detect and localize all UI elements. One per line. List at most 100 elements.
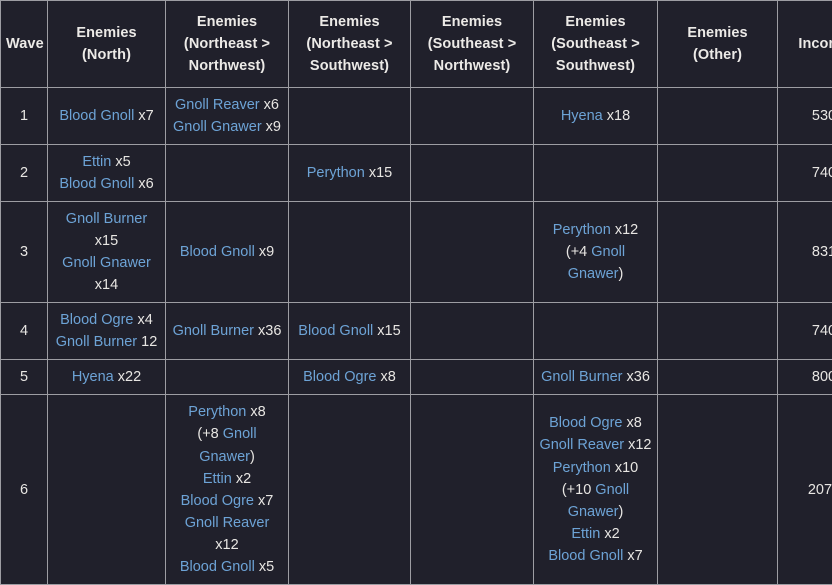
enemy-entry: Gnoll Gnawer x14 [53, 252, 160, 296]
enemies-north-cell: Hyena x22 [48, 360, 166, 395]
enemies-other-cell [658, 202, 778, 303]
enemies-other-cell [658, 303, 778, 360]
enemy-quantity: x12 [215, 537, 238, 553]
enemy-name-link[interactable]: Gnoll Burner [173, 323, 254, 339]
enemies-southeast-northwest-cell [411, 395, 534, 584]
enemy-name-link[interactable]: Blood Gnoll [548, 548, 623, 564]
enemy-quantity: x9 [262, 119, 281, 135]
table-header: Wave Enemies (North) Enemies (Northeast … [1, 1, 832, 88]
enemy-bonus-suffix: ) [618, 266, 623, 282]
enemies-southeast-southwest-cell [534, 303, 658, 360]
enemy-entry: Blood Gnoll x6 [53, 173, 160, 195]
wave-number: 6 [20, 482, 28, 498]
enemy-quantity: x9 [255, 244, 274, 260]
enemy-entry: Blood Gnoll x9 [171, 241, 283, 263]
enemy-quantity: x15 [365, 165, 392, 181]
enemies-southeast-northwest-cell [411, 145, 534, 202]
enemies-north-cell [48, 395, 166, 584]
enemies-southeast-southwest-cell: Hyena x18 [534, 88, 658, 145]
enemy-name-link[interactable]: Ettin [203, 471, 232, 487]
enemy-name-link[interactable]: Blood Ogre [181, 493, 254, 509]
enemy-quantity: x10 [611, 460, 638, 476]
column-header-enemies-north: Enemies (North) [48, 1, 166, 88]
column-header-enemies-southeast-northwest: Enemies (Southeast > Northwest) [411, 1, 534, 88]
enemy-name-link[interactable]: Blood Gnoll [298, 323, 373, 339]
enemy-entry: Blood Gnoll x7 [539, 545, 652, 567]
enemy-name-link[interactable]: Blood Gnoll [59, 108, 134, 124]
enemy-name-link[interactable]: Blood Gnoll [180, 244, 255, 260]
enemy-name-link[interactable]: Gnoll Gnawer [173, 119, 262, 135]
enemy-name-link[interactable]: Gnoll Reaver [539, 437, 624, 453]
enemy-quantity: x36 [622, 369, 649, 385]
wave-number-cell: 6 [1, 395, 48, 584]
enemy-quantity: x14 [95, 277, 118, 293]
wave-number: 1 [20, 108, 28, 124]
enemy-name-link[interactable]: Perython [553, 460, 611, 476]
enemies-northeast-southwest-cell [289, 202, 411, 303]
enemy-entry: Blood Ogre x4 [53, 309, 160, 331]
enemies-southeast-southwest-cell: Blood Ogre x8Gnoll Reaver x12Perython x1… [534, 395, 658, 584]
income-cell: 800 [778, 360, 832, 395]
enemy-name-link[interactable]: Gnoll Burner [541, 369, 622, 385]
enemy-quantity: x7 [134, 108, 153, 124]
enemy-name-link[interactable]: Blood Gnoll [180, 559, 255, 575]
enemies-other-cell [658, 88, 778, 145]
enemy-bonus-suffix: ) [618, 504, 623, 520]
enemy-name-link[interactable]: Blood Ogre [549, 415, 622, 431]
enemies-northeast-southwest-cell: Blood Gnoll x15 [289, 303, 411, 360]
enemy-quantity: x12 [624, 437, 651, 453]
enemy-name-link[interactable]: Gnoll Gnawer [62, 255, 151, 271]
enemy-name-link[interactable]: Perython [188, 404, 246, 420]
income-cell: 2074 [778, 395, 832, 584]
enemy-name-link[interactable]: Hyena [72, 369, 114, 385]
enemy-name-link[interactable]: Gnoll Reaver [185, 515, 270, 531]
enemies-southeast-northwest-cell [411, 88, 534, 145]
enemies-north-cell: Blood Ogre x4Gnoll Burner 12 [48, 303, 166, 360]
income-value: 800 [812, 369, 832, 385]
enemy-name-link[interactable]: Blood Ogre [303, 369, 376, 385]
table-row: 3Gnoll Burner x15Gnoll Gnawer x14Blood G… [1, 202, 832, 303]
enemy-entry: Hyena x18 [539, 105, 652, 127]
enemy-name-link[interactable]: Gnoll Reaver [175, 97, 260, 113]
column-header-income: Income [778, 1, 832, 88]
enemy-quantity: 12 [137, 334, 157, 350]
enemy-entry: Ettin x2 [171, 468, 283, 490]
enemy-entry: Ettin x5 [53, 151, 160, 173]
enemy-entry: (+10 Gnoll Gnawer) [539, 479, 652, 523]
enemy-name-link[interactable]: Perython [307, 165, 365, 181]
enemy-entry: Gnoll Burner x36 [539, 366, 652, 388]
enemy-name-link[interactable]: Gnoll Burner [66, 211, 147, 227]
enemy-entry: Blood Gnoll x5 [171, 556, 283, 578]
enemy-quantity: x7 [254, 493, 273, 509]
enemy-entry: Gnoll Burner x36 [171, 320, 283, 342]
enemy-name-link[interactable]: Blood Ogre [60, 312, 133, 328]
enemy-entry: Gnoll Burner 12 [53, 331, 160, 353]
enemy-name-link[interactable]: Ettin [82, 154, 111, 170]
enemies-north-cell: Gnoll Burner x15Gnoll Gnawer x14 [48, 202, 166, 303]
enemy-quantity: x2 [232, 471, 251, 487]
enemy-entry: Blood Ogre x7 [171, 490, 283, 512]
enemy-quantity: x4 [134, 312, 153, 328]
enemy-quantity: x2 [600, 526, 619, 542]
enemy-entry: Perython x12 [539, 219, 652, 241]
enemy-quantity: x8 [377, 369, 396, 385]
enemies-northeast-northwest-cell: Gnoll Reaver x6Gnoll Gnawer x9 [166, 88, 289, 145]
income-cell: 740 [778, 145, 832, 202]
wave-number-cell: 2 [1, 145, 48, 202]
enemy-entry: Perython x15 [294, 162, 405, 184]
enemy-name-link[interactable]: Gnoll Burner [56, 334, 137, 350]
enemy-quantity: x15 [373, 323, 400, 339]
enemy-quantity: x5 [255, 559, 274, 575]
wave-number-cell: 5 [1, 360, 48, 395]
wave-number: 2 [20, 165, 28, 181]
enemy-name-link[interactable]: Hyena [561, 108, 603, 124]
enemies-southeast-southwest-cell [534, 145, 658, 202]
enemy-name-link[interactable]: Perython [553, 222, 611, 238]
enemies-southeast-southwest-cell: Perython x12(+4 Gnoll Gnawer) [534, 202, 658, 303]
wave-enemy-table: Wave Enemies (North) Enemies (Northeast … [0, 0, 832, 585]
enemy-bonus-prefix: (+8 [197, 426, 222, 442]
enemy-name-link[interactable]: Ettin [571, 526, 600, 542]
enemy-quantity: x6 [134, 176, 153, 192]
enemy-name-link[interactable]: Blood Gnoll [59, 176, 134, 192]
enemy-entry: Gnoll Burner x15 [53, 208, 160, 252]
